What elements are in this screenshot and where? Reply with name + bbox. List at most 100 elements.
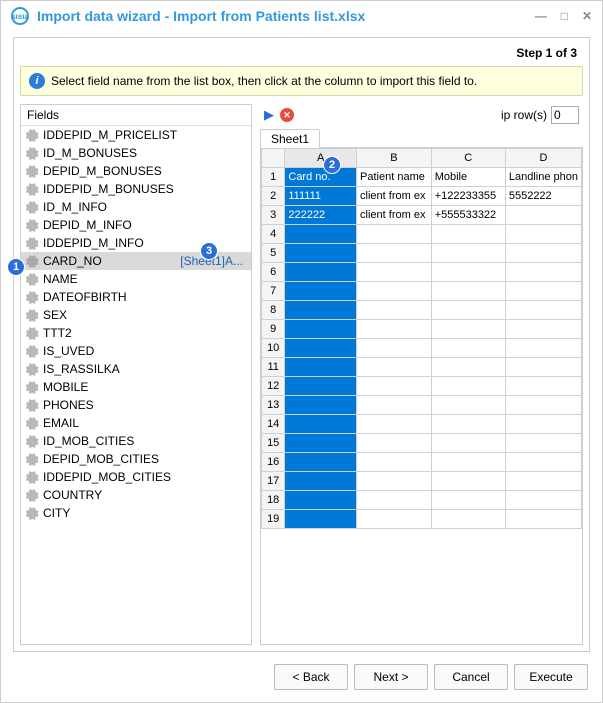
row-header[interactable]: 19 [262, 510, 285, 529]
row-header[interactable]: 14 [262, 415, 285, 434]
grid-cell[interactable] [431, 244, 505, 263]
col-header[interactable]: B [357, 149, 432, 168]
field-item[interactable]: DEPID_MOB_CITIES [21, 450, 251, 468]
grid-cell[interactable] [357, 225, 432, 244]
grid-cell[interactable] [357, 244, 432, 263]
fields-list[interactable]: IDDEPID_M_PRICELISTID_M_BONUSESDEPID_M_B… [21, 126, 251, 644]
field-item[interactable]: DATEOFBIRTH [21, 288, 251, 306]
grid-cell[interactable] [505, 206, 581, 225]
grid-cell[interactable]: client from ex [357, 206, 432, 225]
minimize-button[interactable]: — [535, 9, 547, 23]
grid-cell[interactable] [285, 225, 357, 244]
grid-cell[interactable] [431, 472, 505, 491]
row-header[interactable]: 8 [262, 301, 285, 320]
field-item[interactable]: DEPID_M_INFO [21, 216, 251, 234]
field-item[interactable]: MOBILE [21, 378, 251, 396]
sheet-tab[interactable]: Sheet1 [260, 129, 320, 148]
grid-cell[interactable] [431, 396, 505, 415]
field-item[interactable]: COUNTRY [21, 486, 251, 504]
row-header[interactable]: 1 [262, 168, 285, 187]
cancel-button[interactable]: Cancel [434, 664, 508, 690]
grid-cell[interactable] [285, 244, 357, 263]
row-header[interactable]: 6 [262, 263, 285, 282]
grid-cell[interactable] [357, 339, 432, 358]
col-header[interactable]: C [431, 149, 505, 168]
grid-cell[interactable] [357, 263, 432, 282]
row-header[interactable]: 17 [262, 472, 285, 491]
grid-container[interactable]: ABCD1Card no.Patient nameMobileLandline … [260, 147, 583, 645]
execute-button[interactable]: Execute [514, 664, 588, 690]
row-header[interactable]: 12 [262, 377, 285, 396]
field-item[interactable]: IS_RASSILKA [21, 360, 251, 378]
grid-cell[interactable] [505, 396, 581, 415]
grid-cell[interactable] [285, 453, 357, 472]
row-header[interactable]: 15 [262, 434, 285, 453]
grid-cell[interactable] [505, 225, 581, 244]
field-item[interactable]: ID_M_BONUSES [21, 144, 251, 162]
grid-cell[interactable]: Mobile [431, 168, 505, 187]
grid-cell[interactable] [285, 415, 357, 434]
field-item[interactable]: IS_UVED [21, 342, 251, 360]
field-item[interactable]: NAME [21, 270, 251, 288]
grid-cell[interactable] [505, 320, 581, 339]
grid-cell[interactable] [285, 472, 357, 491]
row-header[interactable]: 9 [262, 320, 285, 339]
grid-cell[interactable] [357, 282, 432, 301]
next-button[interactable]: Next > [354, 664, 428, 690]
grid-cell[interactable] [505, 301, 581, 320]
grid-cell[interactable] [431, 358, 505, 377]
row-header[interactable]: 4 [262, 225, 285, 244]
grid-cell[interactable] [285, 491, 357, 510]
grid-cell[interactable]: Landline phon [505, 168, 581, 187]
col-header[interactable]: A [285, 149, 357, 168]
grid-cell[interactable] [431, 453, 505, 472]
grid-cell[interactable] [285, 282, 357, 301]
grid-cell[interactable]: +555533322 [431, 206, 505, 225]
grid-cell[interactable] [505, 453, 581, 472]
field-item[interactable]: TTT2 [21, 324, 251, 342]
grid-cell[interactable] [505, 377, 581, 396]
grid-cell[interactable] [357, 472, 432, 491]
grid-cell[interactable] [285, 263, 357, 282]
grid-cell[interactable]: 5552222 [505, 187, 581, 206]
field-item[interactable]: SEX [21, 306, 251, 324]
row-header[interactable]: 5 [262, 244, 285, 263]
row-header[interactable]: 18 [262, 491, 285, 510]
grid-cell[interactable] [505, 282, 581, 301]
field-item[interactable]: PHONES [21, 396, 251, 414]
grid-cell[interactable]: +122233355 [431, 187, 505, 206]
grid-cell[interactable] [285, 339, 357, 358]
grid-cell[interactable] [505, 510, 581, 529]
field-item[interactable]: IDDEPID_MOB_CITIES [21, 468, 251, 486]
grid-cell[interactable] [431, 339, 505, 358]
grid-cell[interactable]: Patient name [357, 168, 432, 187]
grid-cell[interactable] [431, 377, 505, 396]
grid-cell[interactable] [357, 301, 432, 320]
grid-cell[interactable] [357, 396, 432, 415]
row-header[interactable]: 2 [262, 187, 285, 206]
grid-cell[interactable] [357, 358, 432, 377]
grid-cell[interactable] [431, 491, 505, 510]
row-header[interactable]: 3 [262, 206, 285, 225]
row-header[interactable]: 16 [262, 453, 285, 472]
grid-cell[interactable]: 222222 [285, 206, 357, 225]
grid-cell[interactable] [431, 510, 505, 529]
grid-cell[interactable] [357, 434, 432, 453]
play-icon[interactable]: ▶ [264, 107, 274, 123]
grid-cell[interactable]: Card no. [285, 168, 357, 187]
grid-cell[interactable] [357, 491, 432, 510]
field-item[interactable]: ID_MOB_CITIES [21, 432, 251, 450]
field-item[interactable]: IDDEPID_M_PRICELIST [21, 126, 251, 144]
grid-cell[interactable] [357, 453, 432, 472]
field-item[interactable]: DEPID_M_BONUSES [21, 162, 251, 180]
grid-cell[interactable] [431, 282, 505, 301]
data-grid[interactable]: ABCD1Card no.Patient nameMobileLandline … [261, 148, 582, 529]
grid-cell[interactable] [285, 434, 357, 453]
grid-cell[interactable] [431, 263, 505, 282]
back-button[interactable]: < Back [274, 664, 348, 690]
grid-cell[interactable] [431, 415, 505, 434]
grid-cell[interactable] [357, 377, 432, 396]
delete-icon[interactable]: ✕ [280, 108, 294, 122]
row-header[interactable]: 7 [262, 282, 285, 301]
grid-cell[interactable] [505, 358, 581, 377]
